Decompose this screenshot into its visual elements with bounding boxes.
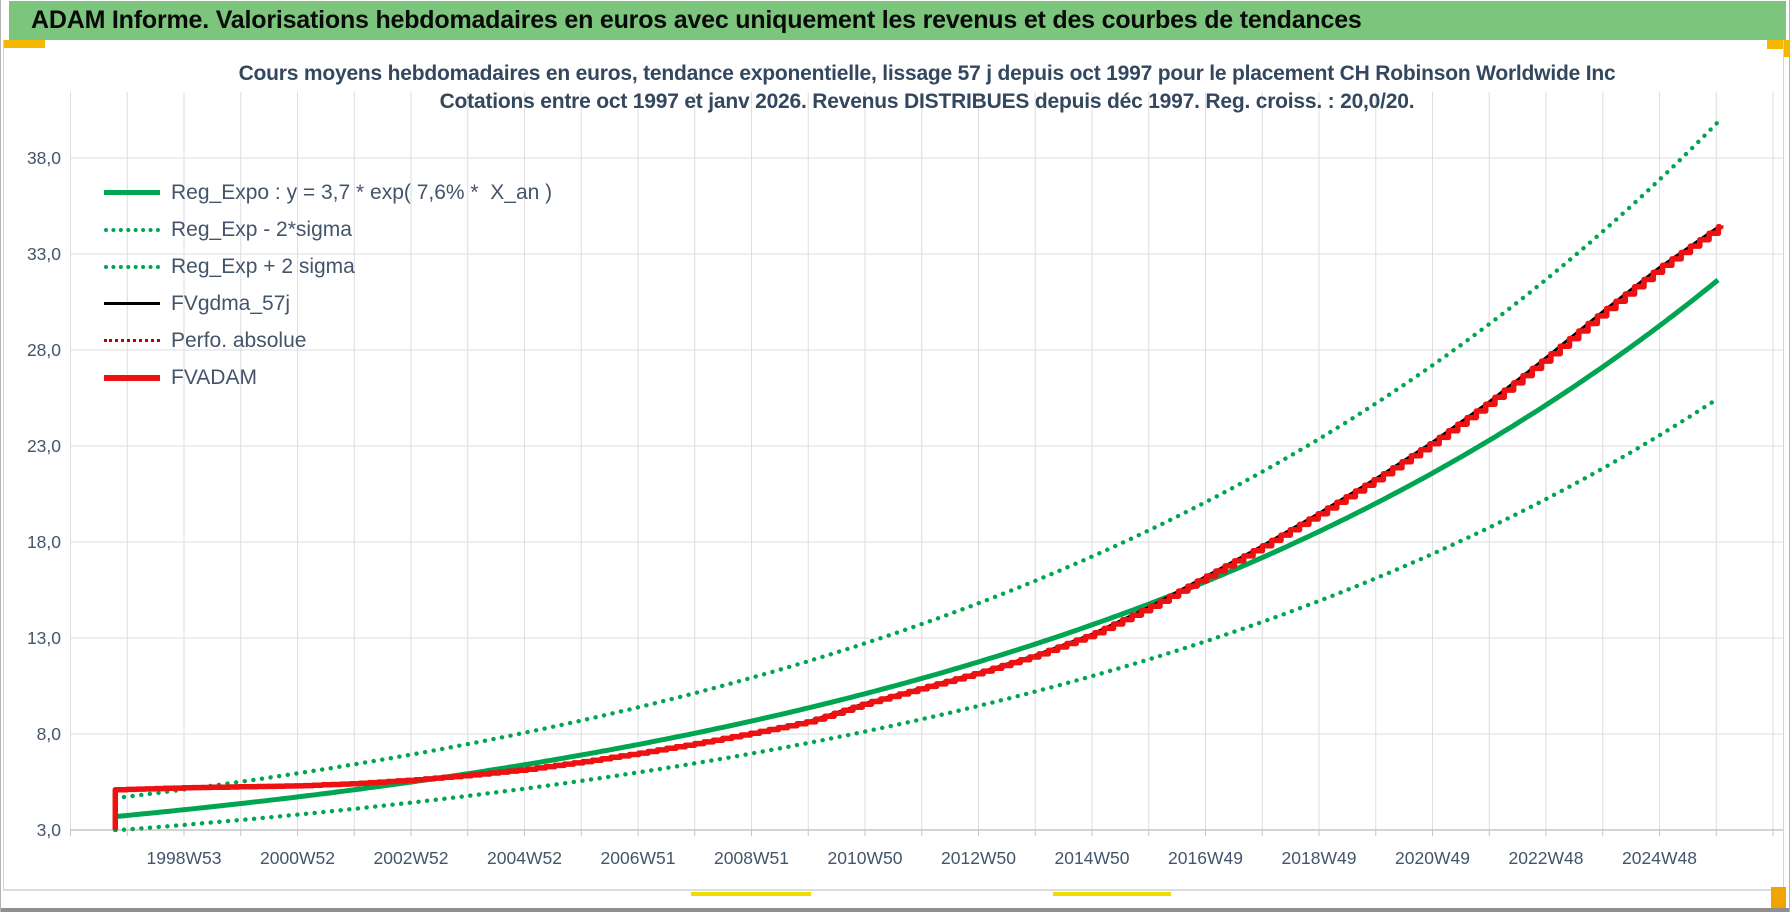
legend-swatch-red-solid-icon [104, 374, 160, 381]
legend-item-reg-exp-plus-2sigma: Reg_Exp + 2 sigma [104, 248, 552, 285]
legend-label: FVADAM [171, 365, 257, 389]
legend-item-reg-exp-minus-2sigma: Reg_Exp - 2*sigma [104, 211, 552, 248]
x-tick-label: 2016W49 [1168, 848, 1243, 868]
selection-marker-bottom-right [1771, 887, 1786, 908]
y-tick-label: 8,0 [37, 724, 62, 744]
chart-title-line1: Cours moyens hebdomadaires en euros, ten… [238, 62, 1616, 85]
y-tick-label: 13,0 [27, 628, 61, 648]
x-tick-label: 2008W51 [714, 848, 789, 868]
x-tick-label: 2022W48 [1509, 848, 1584, 868]
legend-label: Reg_Exp + 2 sigma [171, 254, 355, 278]
legend-item-fvadam: FVADAM [104, 359, 552, 396]
x-tick-label: 2012W50 [941, 848, 1016, 868]
y-tick-label: 3,0 [37, 820, 62, 840]
x-tick-label: 2014W50 [1055, 848, 1130, 868]
legend-swatch-red-dotted-icon [104, 339, 160, 342]
x-tick-label: 2020W49 [1395, 848, 1470, 868]
y-tick-label: 33,0 [27, 244, 61, 264]
price-chart-plot: 3,0 8,0 13,0 18,0 23,0 28,0 33,0 38,0 1998W53 200… [27, 92, 1783, 868]
legend-label: Reg_Exp - 2*sigma [171, 217, 352, 241]
adam-informe-window: ADAM Informe. Valorisations hebdomadaire… [0, 0, 1790, 912]
x-tick-label: 2006W51 [601, 848, 676, 868]
y-tick-label: 38,0 [27, 148, 61, 168]
x-tick-label: 2004W52 [487, 848, 562, 868]
selection-marker-bottom-1 [691, 892, 811, 896]
legend-item-perfo-absolue: Perfo. absolue [104, 322, 552, 359]
x-tick-label: 2018W49 [1282, 848, 1357, 868]
legend-label: Reg_Expo : y = 3,7 * exp( 7,6% * X_an ) [171, 180, 553, 204]
y-tick-label: 28,0 [27, 340, 61, 360]
chart-legend: Reg_Expo : y = 3,7 * exp( 7,6% * X_an ) … [104, 174, 552, 396]
chart-title: Cours moyens hebdomadaires en euros, ten… [71, 60, 1783, 116]
selection-marker-bottom-2 [1053, 892, 1171, 896]
y-tick-label: 18,0 [27, 532, 61, 552]
legend-label: Perfo. absolue [171, 328, 307, 352]
legend-swatch-green-solid-icon [104, 190, 160, 195]
x-tick-label: 2000W52 [260, 848, 335, 868]
y-tick-label: 23,0 [27, 436, 61, 456]
x-tick-label: 2002W52 [374, 848, 449, 868]
window-bottom-border [1, 908, 1789, 912]
legend-item-reg-expo: Reg_Expo : y = 3,7 * exp( 7,6% * X_an ) [104, 174, 552, 211]
legend-swatch-black-solid-icon [104, 302, 160, 305]
x-tick-label: 1998W53 [147, 848, 222, 868]
x-tick-label: 2024W48 [1622, 848, 1697, 868]
legend-swatch-green-dotted-icon [104, 264, 160, 269]
legend-item-fvgdma-57j: FVgdma_57j [104, 285, 552, 322]
x-tick-label: 2010W50 [828, 848, 903, 868]
chart-title-line2: Cotations entre oct 1997 et janv 2026. R… [439, 90, 1415, 113]
legend-swatch-green-dotted-icon [104, 227, 160, 232]
legend-label: FVgdma_57j [171, 291, 291, 315]
